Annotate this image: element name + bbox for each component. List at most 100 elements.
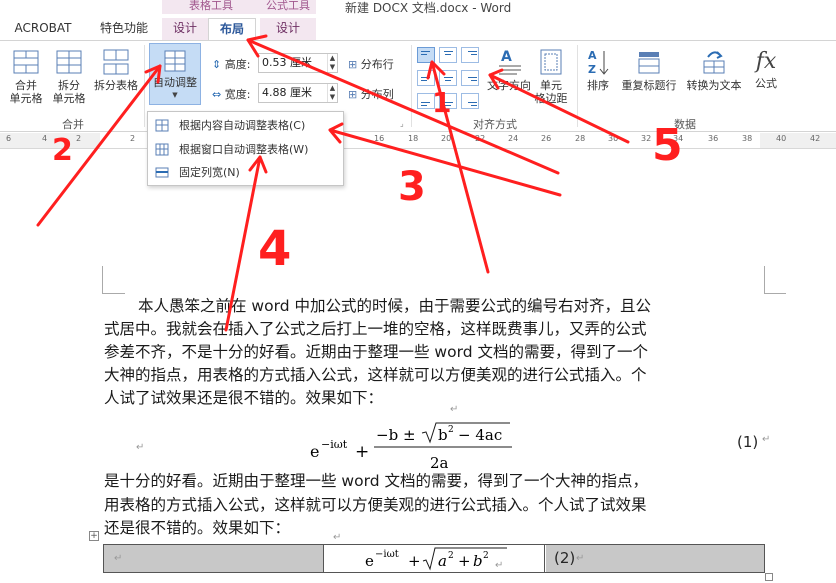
svg-text:↵: ↵ xyxy=(495,560,503,571)
table-move-handle-icon[interactable]: + xyxy=(89,531,99,541)
autofit-table-icon xyxy=(164,50,186,72)
align-top-left-button[interactable] xyxy=(417,47,435,63)
text-direction-label: 文字方向 xyxy=(487,79,531,92)
cell-end-mark-icon: ↵ xyxy=(576,553,585,564)
col-width-input[interactable]: 4.88 厘米 ▲ ▼ xyxy=(258,83,338,103)
ruler-tick: 22 xyxy=(475,134,486,143)
distribute-cols-button[interactable]: ⊞ 分布列 xyxy=(348,86,394,102)
paragraph-line: 大神的指点，用表格的方式插入公式，这样就可以方便美观的进行公式插入。个 xyxy=(104,366,647,384)
sort-label: 排序 xyxy=(587,79,609,92)
spinner-arrows-icon[interactable]: ▲ ▼ xyxy=(327,84,337,102)
row-height-icon: ⇕ xyxy=(212,58,222,71)
align-middle-center-button[interactable] xyxy=(439,70,457,86)
merge-cells-icon xyxy=(13,50,39,74)
row-height-value: 0.53 厘米 xyxy=(262,56,312,69)
svg-text:+: + xyxy=(458,552,471,570)
menu-item-autofit-window[interactable]: 根据窗口自动调整表格(W) xyxy=(149,139,342,161)
autofit-dropdown-menu: 根据内容自动调整表格(C) 根据窗口自动调整表格(W) 固定列宽(N) xyxy=(147,111,344,186)
cell-margins-button[interactable]: 单元 格边距 xyxy=(531,47,571,105)
fx-icon: fx xyxy=(755,49,777,74)
split-table-button[interactable]: 拆分表格 xyxy=(90,47,142,92)
formula-button[interactable]: fx 公式 xyxy=(748,47,784,90)
menu-item-fixed-column-width[interactable]: 固定列宽(N) xyxy=(149,162,342,184)
merge-cells-button[interactable]: 合并 单元格 xyxy=(6,47,46,105)
cell-margins-label: 单元 格边距 xyxy=(534,79,568,105)
row-height-label: ⇕ 高度: xyxy=(212,56,250,72)
sort-button[interactable]: A Z 排序 xyxy=(580,47,616,92)
fixed-column-width-icon xyxy=(155,167,169,178)
group-divider xyxy=(144,45,145,127)
ruler-tick: 32 xyxy=(641,134,652,143)
svg-text:a: a xyxy=(438,552,447,570)
tab-acrobat[interactable]: ACROBAT xyxy=(8,18,78,41)
convert-to-text-label: 转换为文本 xyxy=(686,79,742,92)
repeat-header-icon xyxy=(638,52,660,74)
convert-to-text-button[interactable]: 转换为文本 xyxy=(682,47,746,92)
svg-text:−iωt: −iωt xyxy=(321,438,348,451)
cell-margins-icon xyxy=(540,49,562,75)
autofit-label: 自动调整 xyxy=(153,76,197,89)
ruler-tick: 40 xyxy=(776,134,787,143)
split-cells-button[interactable]: 拆分 单元格 xyxy=(49,47,89,105)
tab-formula-design[interactable]: 设计 xyxy=(260,18,316,41)
cell-end-mark-icon: ↵ xyxy=(136,442,145,453)
align-top-center-button[interactable] xyxy=(439,47,457,63)
data-group-label: 数据 xyxy=(674,118,696,131)
spinner-arrows-icon[interactable]: ▲ ▼ xyxy=(327,54,337,72)
width-text: 宽度: xyxy=(224,88,251,101)
sort-icon: A Z xyxy=(588,49,609,76)
repeat-header-button[interactable]: 重复标题行 xyxy=(616,47,682,92)
tab-special-features[interactable]: 特色功能 xyxy=(92,18,156,41)
row-height-input[interactable]: 0.53 厘米 ▲ ▼ xyxy=(258,53,338,73)
chevron-down-icon: ▼ xyxy=(172,91,178,99)
split-cells-label: 拆分 单元格 xyxy=(52,79,86,105)
paragraph-line: 用表格的方式插入公式，这样就可以方便美观的进行公式插入。个人试了试效果 xyxy=(104,496,647,514)
menu-item-label: 根据内容自动调整表格(C) xyxy=(179,119,306,132)
table-cell-number[interactable]: (2) ↵ xyxy=(546,545,764,572)
svg-text:A: A xyxy=(588,49,597,62)
svg-text:+: + xyxy=(408,552,421,570)
split-table-icon xyxy=(103,49,129,75)
autofit-button[interactable]: 自动调整 ▼ xyxy=(149,43,201,105)
merge-cells-label: 合并 单元格 xyxy=(9,79,43,105)
distribute-cols-label: 分布列 xyxy=(360,88,394,101)
text-direction-button[interactable]: A 文字方向 xyxy=(487,47,531,92)
horizontal-ruler[interactable]: 6 4 2 2 16 18 20 22 24 26 28 30 32 34 36… xyxy=(0,133,836,149)
tab-table-design[interactable]: 设计 xyxy=(162,18,208,41)
ruler-tick: 38 xyxy=(742,134,753,143)
align-top-right-button[interactable] xyxy=(461,47,479,63)
equation-1: e −iωt + −b ± b 2 − 4ac 2a xyxy=(310,422,512,472)
distribute-rows-button[interactable]: ⊞ 分布行 xyxy=(348,56,394,72)
ruler-tick: 4 xyxy=(42,134,48,143)
table-resize-handle-icon[interactable] xyxy=(765,573,773,581)
formula-table[interactable]: ↵ e −iωt + a 2 + b 2 ↵ (2) ↵ xyxy=(103,544,765,573)
svg-text:e: e xyxy=(365,552,374,570)
tab-layout[interactable]: 布局 xyxy=(208,18,256,41)
align-bottom-right-button[interactable] xyxy=(461,93,479,109)
formula-tools-label: 公式工具 xyxy=(260,0,316,14)
margin-corner-mark xyxy=(764,293,786,294)
ruler-tick: 30 xyxy=(608,134,619,143)
paragraph-line: 参差不齐，不是十分的好看。近期由于整理一些 word 文档的需要，得到了一个 xyxy=(104,343,648,361)
ruler-tick: 24 xyxy=(508,134,519,143)
table-cell-left[interactable]: ↵ xyxy=(104,545,324,572)
svg-text:e: e xyxy=(310,442,319,461)
group-divider xyxy=(411,45,412,127)
repeat-header-label: 重复标题行 xyxy=(621,79,677,92)
menu-item-autofit-contents[interactable]: 根据内容自动调整表格(C) xyxy=(149,115,342,137)
col-width-value: 4.88 厘米 xyxy=(262,86,312,99)
ruler-tick: 34 xyxy=(673,134,684,143)
formula-label: 公式 xyxy=(755,77,777,90)
ruler-tick: 16 xyxy=(374,134,385,143)
title-bar: 表格工具 公式工具 新建 DOCX 文档.docx - Word xyxy=(0,0,836,15)
align-bottom-center-button[interactable] xyxy=(439,93,457,109)
dialog-launcher-icon[interactable]: ⌟ xyxy=(400,119,404,128)
align-middle-right-button[interactable] xyxy=(461,70,479,86)
align-middle-left-button[interactable] xyxy=(417,70,435,86)
align-bottom-left-button[interactable] xyxy=(417,93,435,109)
alignment-group-label: 对齐方式 xyxy=(473,118,517,131)
table-cell-formula[interactable]: e −iωt + a 2 + b 2 ↵ xyxy=(325,545,545,572)
svg-text:b: b xyxy=(473,552,483,570)
paragraph-line: 是十分的好看。近期由于整理一些 word 文档的需要，得到了一个大神的指点， xyxy=(104,472,648,490)
svg-text:A: A xyxy=(501,49,512,65)
